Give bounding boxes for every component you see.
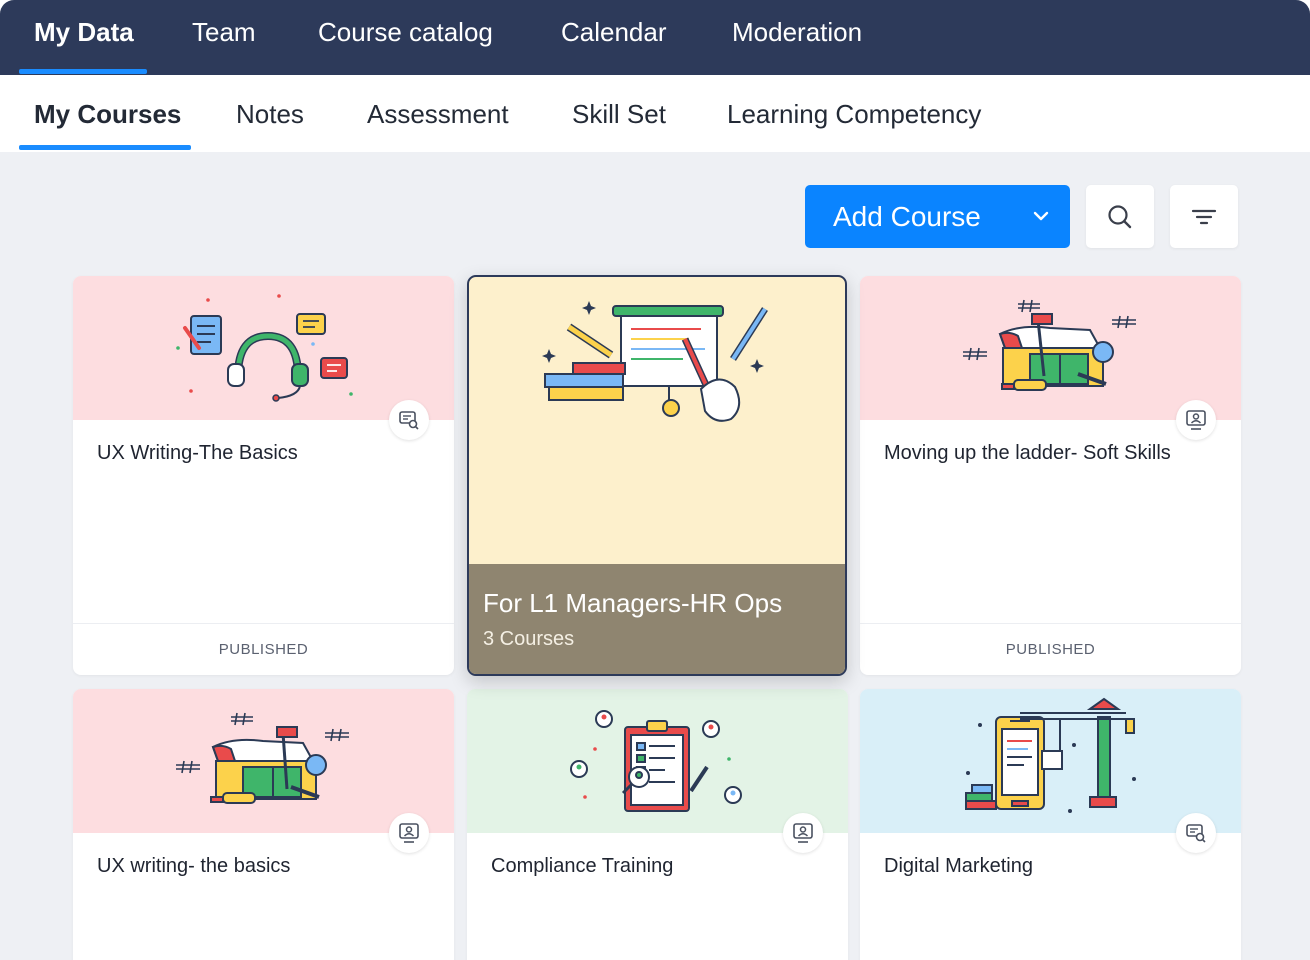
toolbox-illustration [963,299,1136,391]
active-subtab-indicator [19,145,191,150]
filter-icon [1191,209,1217,225]
course-type-badge [783,813,823,853]
search-button[interactable] [1086,185,1154,248]
presenter-icon [1186,410,1206,430]
phone-crane-illustration [965,697,1136,813]
learning-path-course-count: 3 Courses [483,628,575,650]
tab-my-courses[interactable]: My Courses [34,75,181,152]
presentation-board-illustration [542,301,768,422]
course-card[interactable]: Digital Marketing [860,689,1241,960]
sub-navigation: My Courses Notes Assessment Skill Set Le… [0,75,1310,152]
tab-moderation[interactable]: Moderation [732,0,862,75]
course-search-icon [1186,824,1206,843]
course-banner [860,276,1241,420]
tab-learning-competency[interactable]: Learning Competency [727,75,981,152]
add-course-label: Add Course [833,201,981,232]
chevron-down-icon[interactable] [1032,209,1050,223]
support-headset-illustration [176,294,353,402]
course-type-badge [389,400,429,440]
tab-notes[interactable]: Notes [236,75,304,152]
active-tab-indicator [19,69,147,74]
learning-path-title: For L1 Managers-HR Ops [483,588,783,618]
course-title: Compliance Training [491,855,674,877]
course-banner [73,689,454,833]
learning-path-card[interactable]: For L1 Managers-HR Ops 3 Courses [467,275,847,676]
tab-assessment[interactable]: Assessment [367,75,509,152]
tab-calendar[interactable]: Calendar [561,0,667,75]
course-type-badge [1176,400,1216,440]
top-navigation: My Data Team Course catalog Calendar Mod… [0,0,1310,75]
filter-button[interactable] [1170,185,1238,248]
course-card[interactable]: UX writing- the basics [73,689,454,960]
learning-path-footer: For L1 Managers-HR Ops 3 Courses [469,564,845,674]
course-search-icon [399,411,419,430]
course-banner [467,689,848,833]
app-window: My Data Team Course catalog Calendar Mod… [0,0,1310,960]
course-title: Digital Marketing [884,855,1033,877]
presenter-icon [399,823,419,843]
tab-course-catalog[interactable]: Course catalog [318,0,493,75]
course-banner [73,276,454,420]
course-card[interactable]: Moving up the ladder- Soft Skills PUBLIS… [860,276,1241,675]
tab-my-data[interactable]: My Data [34,0,134,75]
tab-skill-set[interactable]: Skill Set [572,75,666,152]
toolbox-illustration [176,712,349,804]
course-title: UX Writing-The Basics [97,442,298,464]
course-status: PUBLISHED [73,623,454,675]
course-type-badge [389,813,429,853]
course-status: PUBLISHED [860,623,1241,675]
add-course-button[interactable]: Add Course [805,185,1070,248]
clipboard-checklist-illustration [570,710,742,812]
course-type-badge [1176,813,1216,853]
search-icon [1108,205,1132,229]
course-title: Moving up the ladder- Soft Skills [884,442,1171,464]
course-card[interactable]: UX Writing-The Basics PUBLISHED [73,276,454,675]
course-title: UX writing- the basics [97,855,291,877]
tab-team[interactable]: Team [192,0,256,75]
presenter-icon [793,823,813,843]
course-card[interactable]: Compliance Training [467,689,848,960]
course-banner [860,689,1241,833]
